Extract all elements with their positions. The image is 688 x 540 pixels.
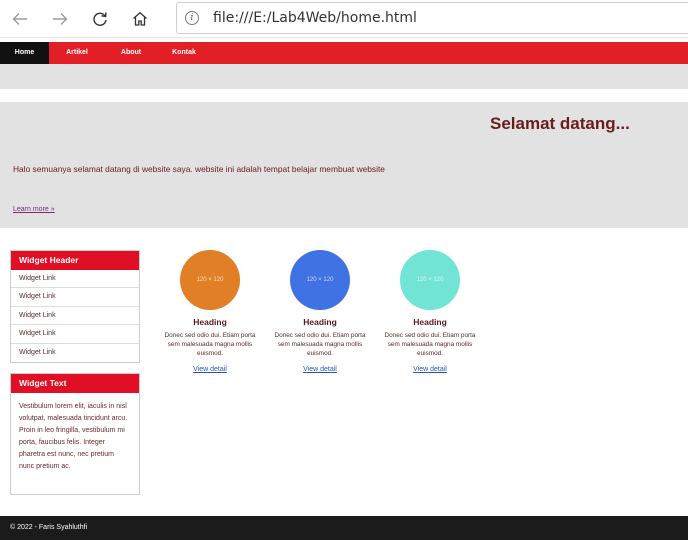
site-nav: Home Artikel About Kontak	[0, 42, 688, 64]
card-heading: Heading	[303, 317, 337, 327]
browser-toolbar: i file:///E:/Lab4Web/home.html	[0, 0, 688, 38]
site-footer: © 2022 - Faris Syahluthfi	[0, 516, 688, 540]
hero-text: Halo semuanya selamat datang di website …	[13, 164, 385, 174]
learn-more-link[interactable]: Learn more »	[13, 206, 55, 213]
card-heading: Heading	[193, 317, 227, 327]
home-icon	[133, 11, 147, 26]
widget-text-body: Vestibulum lorem elit, iaculis in nisl v…	[19, 403, 128, 470]
nav-item-home[interactable]: Home	[0, 42, 49, 64]
widget-link[interactable]: Widget Link	[11, 344, 139, 362]
card-text: Donec sed odio dui. Etiam porta sem male…	[384, 332, 476, 357]
address-bar[interactable]: i file:///E:/Lab4Web/home.html	[176, 2, 688, 34]
article-card: 120 × 120 Heading Donec sed odio dui. Et…	[270, 250, 370, 376]
widget-header: Widget Header	[11, 251, 139, 270]
card-text: Donec sed odio dui. Etiam porta sem male…	[164, 332, 256, 357]
back-button[interactable]	[9, 8, 31, 30]
card-text: Donec sed odio dui. Etiam porta sem male…	[274, 332, 366, 357]
thumbnail-placeholder: 120 × 120	[290, 250, 350, 310]
nav-item-kontak[interactable]: Kontak	[163, 42, 205, 64]
address-url[interactable]: file:///E:/Lab4Web/home.html	[213, 10, 417, 26]
home-button[interactable]	[129, 8, 151, 30]
header-subbar	[0, 64, 688, 89]
widget-links: Widget Header Widget Link Widget Link Wi…	[10, 250, 140, 363]
view-detail-link[interactable]: View detail	[303, 366, 337, 373]
view-detail-link[interactable]: View detail	[413, 366, 447, 373]
forward-button[interactable]	[49, 8, 71, 30]
arrow-left-icon	[12, 13, 27, 25]
widget-link[interactable]: Widget Link	[11, 325, 139, 344]
reload-button[interactable]	[89, 8, 111, 30]
view-detail-link[interactable]: View detail	[193, 366, 227, 373]
info-icon[interactable]: i	[185, 11, 199, 25]
card-heading: Heading	[413, 317, 447, 327]
widget-link[interactable]: Widget Link	[11, 270, 139, 289]
thumbnail-placeholder: 120 × 120	[180, 250, 240, 310]
widget-text-header: Widget Text	[11, 374, 139, 393]
hero-section: Selamat datang... Halo semuanya selamat …	[0, 102, 688, 228]
nav-item-artikel[interactable]: Artikel	[56, 42, 98, 64]
nav-item-about[interactable]: About	[110, 42, 152, 64]
article-card: 120 × 120 Heading Donec sed odio dui. Et…	[160, 250, 260, 376]
refresh-icon	[93, 12, 107, 26]
hero-title: Selamat datang...	[490, 114, 630, 133]
footer-text: © 2022 - Faris Syahluthfi	[10, 524, 88, 531]
arrow-right-icon	[53, 13, 68, 25]
article-card: 120 × 120 Heading Donec sed odio dui. Et…	[380, 250, 480, 376]
thumbnail-placeholder: 120 × 120	[400, 250, 460, 310]
widget-link[interactable]: Widget Link	[11, 288, 139, 307]
widget-link[interactable]: Widget Link	[11, 307, 139, 326]
widget-text: Widget Text Vestibulum lorem elit, iacul…	[10, 373, 140, 495]
